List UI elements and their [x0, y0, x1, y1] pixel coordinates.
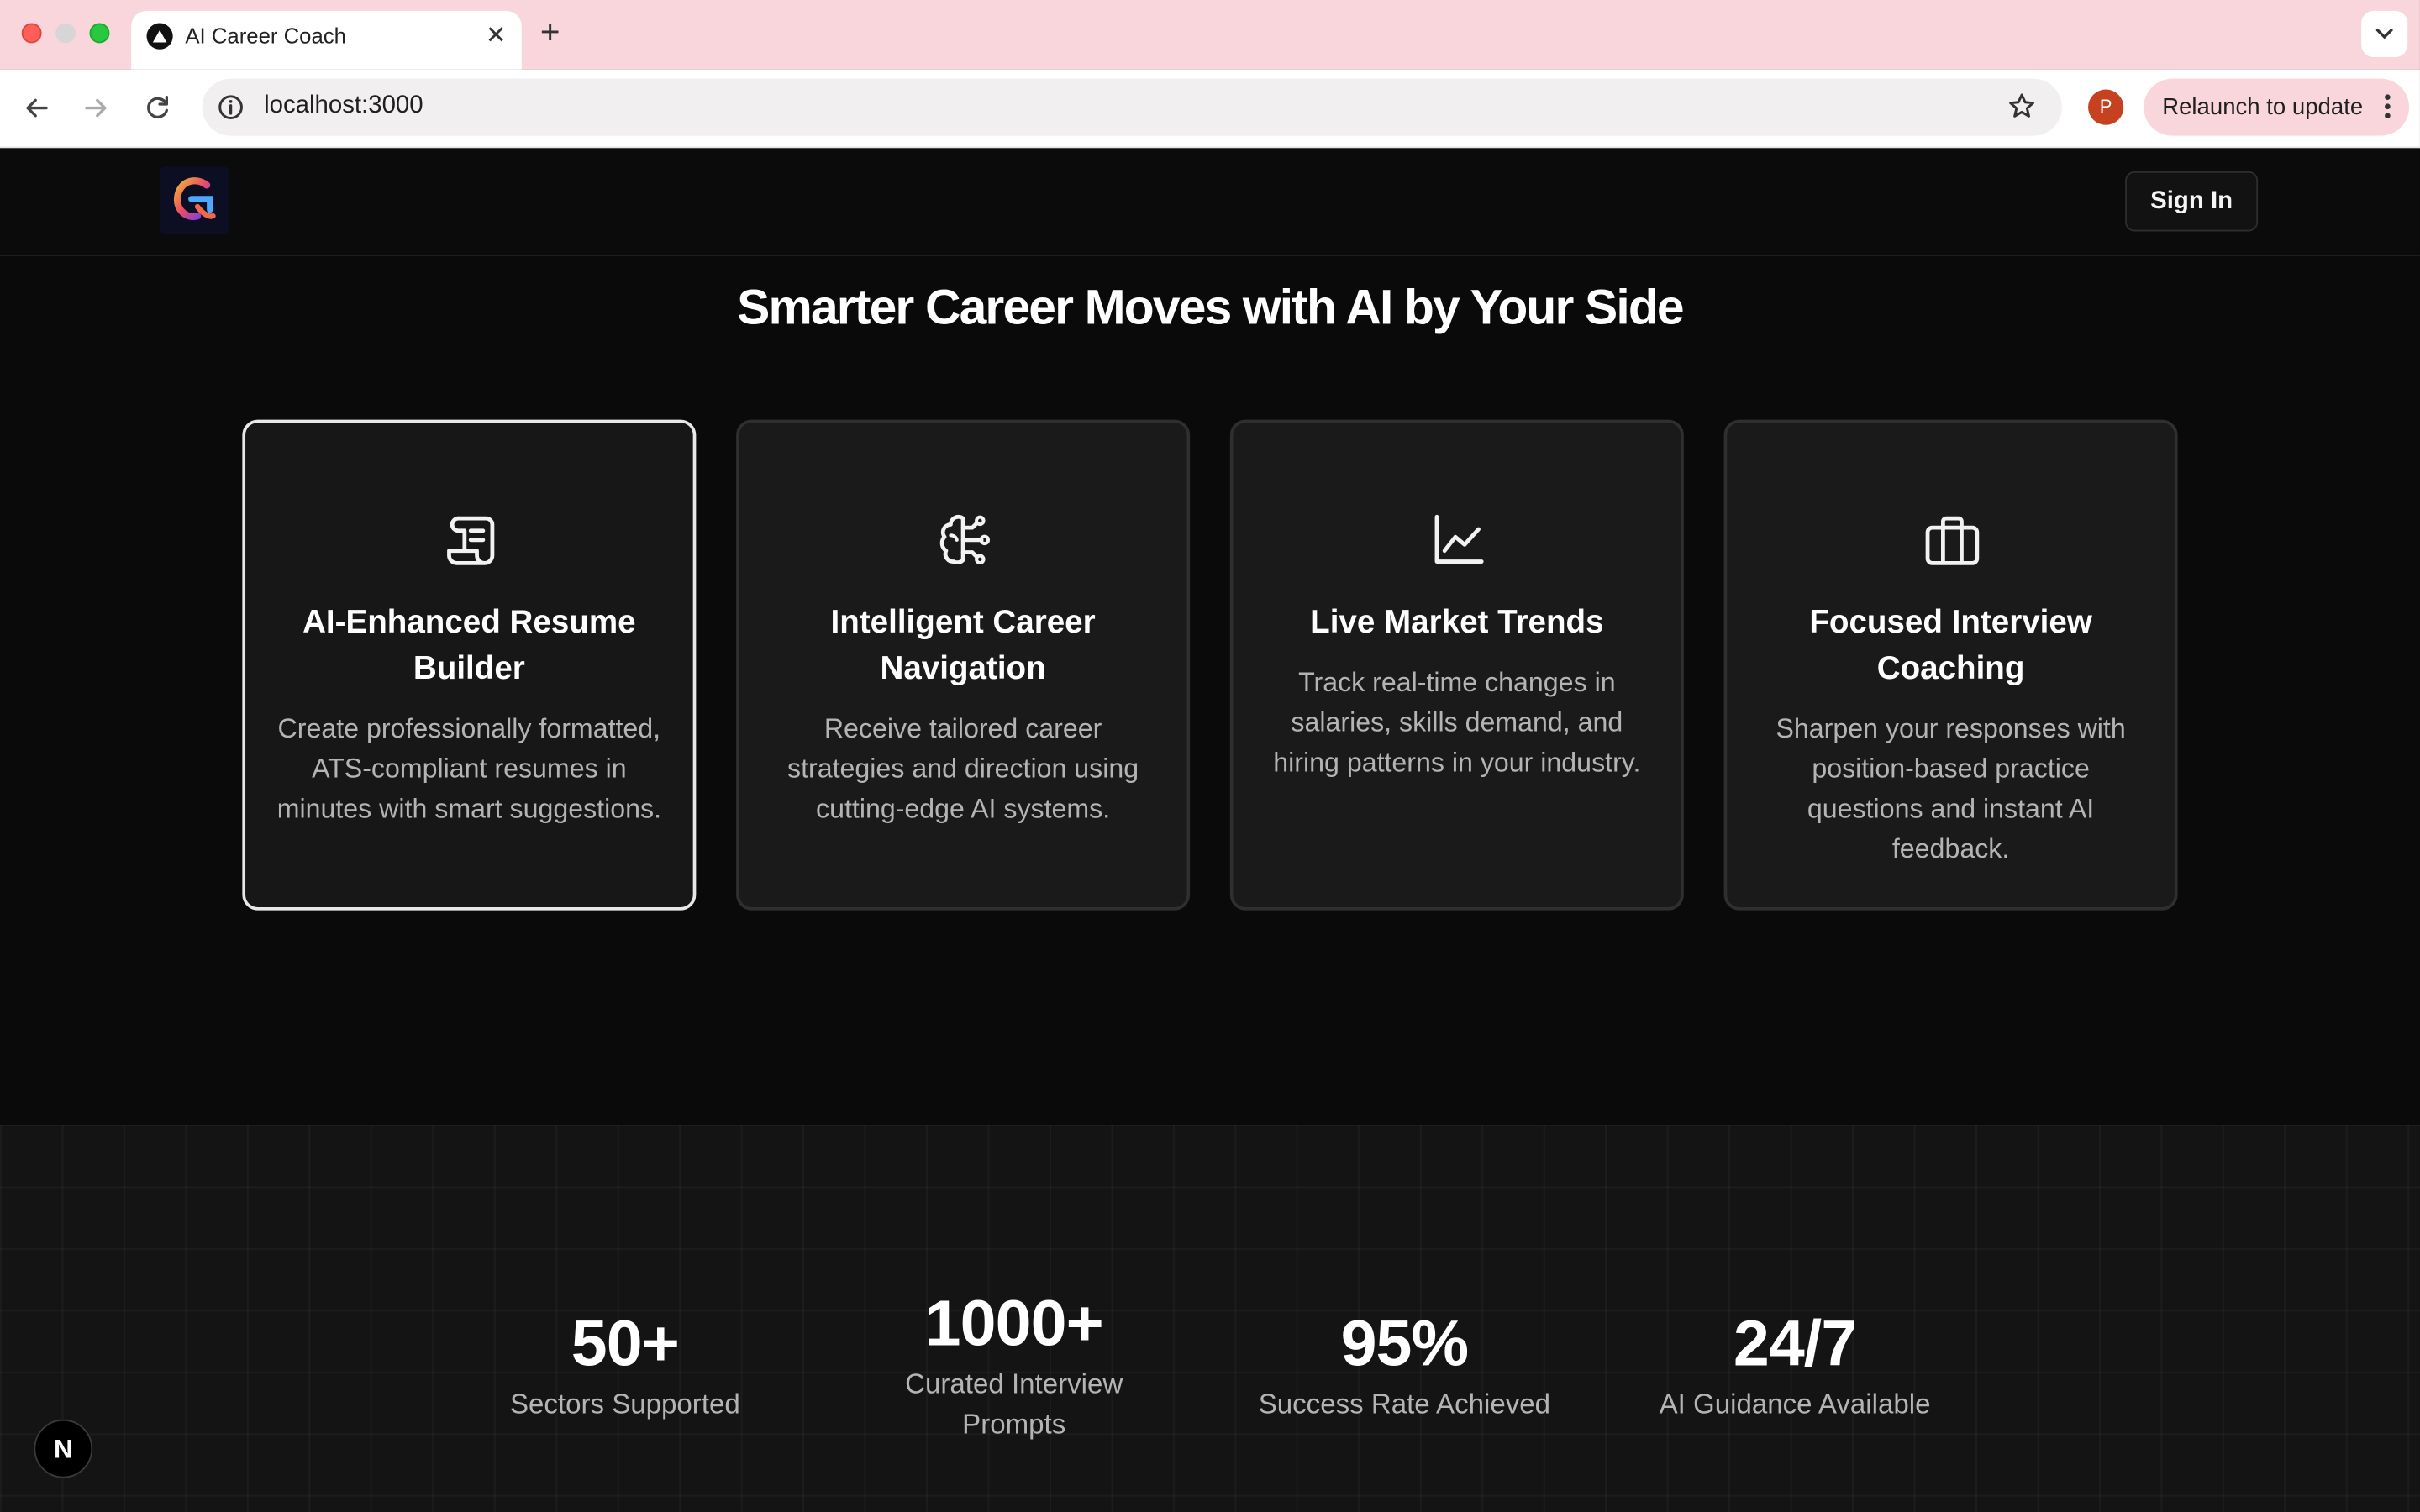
bookmark-star-icon[interactable]: [2007, 91, 2038, 122]
stat-ai-guidance: 24/7 AI Guidance Available: [1640, 1307, 1949, 1425]
stat-label: Curated Interview Prompts: [905, 1368, 1123, 1440]
features-section: Smarter Career Moves with AI by Your Sid…: [0, 255, 2420, 1125]
tab-search-button[interactable]: [2361, 10, 2408, 57]
brain-circuit-icon: [939, 514, 991, 565]
browser-tab[interactable]: AI Career Coach ✕: [131, 10, 522, 70]
briefcase-icon: [1925, 516, 1980, 565]
feature-description: Track real-time changes in salaries, ski…: [1273, 666, 1641, 778]
stat-sectors: 50+ Sectors Supported: [471, 1307, 779, 1425]
feature-title: AI-Enhanced Resume Builder: [302, 604, 636, 687]
stat-label: AI Guidance Available: [1659, 1389, 1931, 1420]
feature-description: Receive tailored career strategies and d…: [787, 712, 1139, 824]
browser-tab-strip: AI Career Coach ✕ +: [0, 0, 2420, 70]
vercel-favicon-icon: [146, 23, 173, 50]
stat-value: 95%: [1340, 1306, 1470, 1380]
browser-toolbar: localhost:3000 P Relaunch to update: [0, 69, 2420, 149]
brand-logo[interactable]: [160, 166, 229, 235]
back-arrow-icon[interactable]: [20, 91, 54, 124]
forward-arrow-icon[interactable]: [79, 91, 113, 124]
feature-card-navigation[interactable]: Intelligent Career Navigation Receive ta…: [736, 419, 1191, 911]
more-vert-icon: [2385, 94, 2391, 119]
stat-value: 1000+: [924, 1286, 1104, 1360]
nextjs-dev-indicator-button[interactable]: N: [34, 1419, 93, 1478]
feature-card-interview[interactable]: Focused Interview Coaching Sharpen your …: [1723, 419, 2178, 911]
feature-description: Sharpen your responses with position-bas…: [1776, 712, 2126, 864]
features-heading: Smarter Career Moves with AI by Your Sid…: [737, 279, 1684, 335]
scroll-icon: [447, 516, 495, 565]
feature-description: Create professionally formatted, ATS-com…: [276, 712, 662, 824]
feature-title: Live Market Trends: [1310, 604, 1604, 641]
feature-card-resume[interactable]: AI-Enhanced Resume Builder Create profes…: [242, 419, 697, 911]
relaunch-label: Relaunch to update: [2162, 94, 2364, 121]
window-minimize-button[interactable]: [55, 23, 76, 44]
nextjs-badge-label: N: [54, 1435, 73, 1465]
relaunch-button[interactable]: Relaunch to update: [2144, 78, 2410, 136]
profile-avatar[interactable]: P: [2088, 89, 2124, 125]
url-text[interactable]: localhost:3000: [264, 92, 424, 120]
stat-label: Sectors Supported: [509, 1389, 740, 1420]
line-chart-icon: [1434, 514, 1484, 564]
tab-close-icon[interactable]: ✕: [486, 20, 507, 51]
stats-section: 50+ Sectors Supported 1000+ Curated Inte…: [0, 1124, 2420, 1512]
feature-card-market-trends[interactable]: Live Market Trends Track real-time chang…: [1229, 419, 1684, 911]
stat-interview-prompts: 1000+ Curated Interview Prompts: [860, 1287, 1168, 1444]
site-header: Sign In: [0, 148, 2420, 256]
chevron-down-icon: [2375, 29, 2393, 39]
new-tab-button[interactable]: +: [540, 13, 560, 51]
stat-label: Success Rate Achieved: [1258, 1389, 1551, 1420]
reload-icon[interactable]: [140, 91, 174, 124]
tab-title: AI Career Coach: [185, 23, 346, 48]
window-close-button[interactable]: [21, 23, 42, 44]
address-bar[interactable]: localhost:3000: [202, 78, 2062, 136]
stat-value: 50+: [571, 1306, 680, 1380]
site-info-icon[interactable]: [216, 92, 245, 122]
window-zoom-button[interactable]: [89, 23, 110, 44]
stat-success-rate: 95% Success Rate Achieved: [1250, 1307, 1559, 1425]
feature-title: Focused Interview Coaching: [1809, 604, 2092, 687]
stat-value: 24/7: [1733, 1306, 1857, 1380]
feature-title: Intelligent Career Navigation: [830, 604, 1096, 687]
sign-in-button[interactable]: Sign In: [2125, 171, 2259, 232]
screen: AI Career Coach ✕ + localhost:3000 P Rel…: [0, 0, 2420, 1512]
